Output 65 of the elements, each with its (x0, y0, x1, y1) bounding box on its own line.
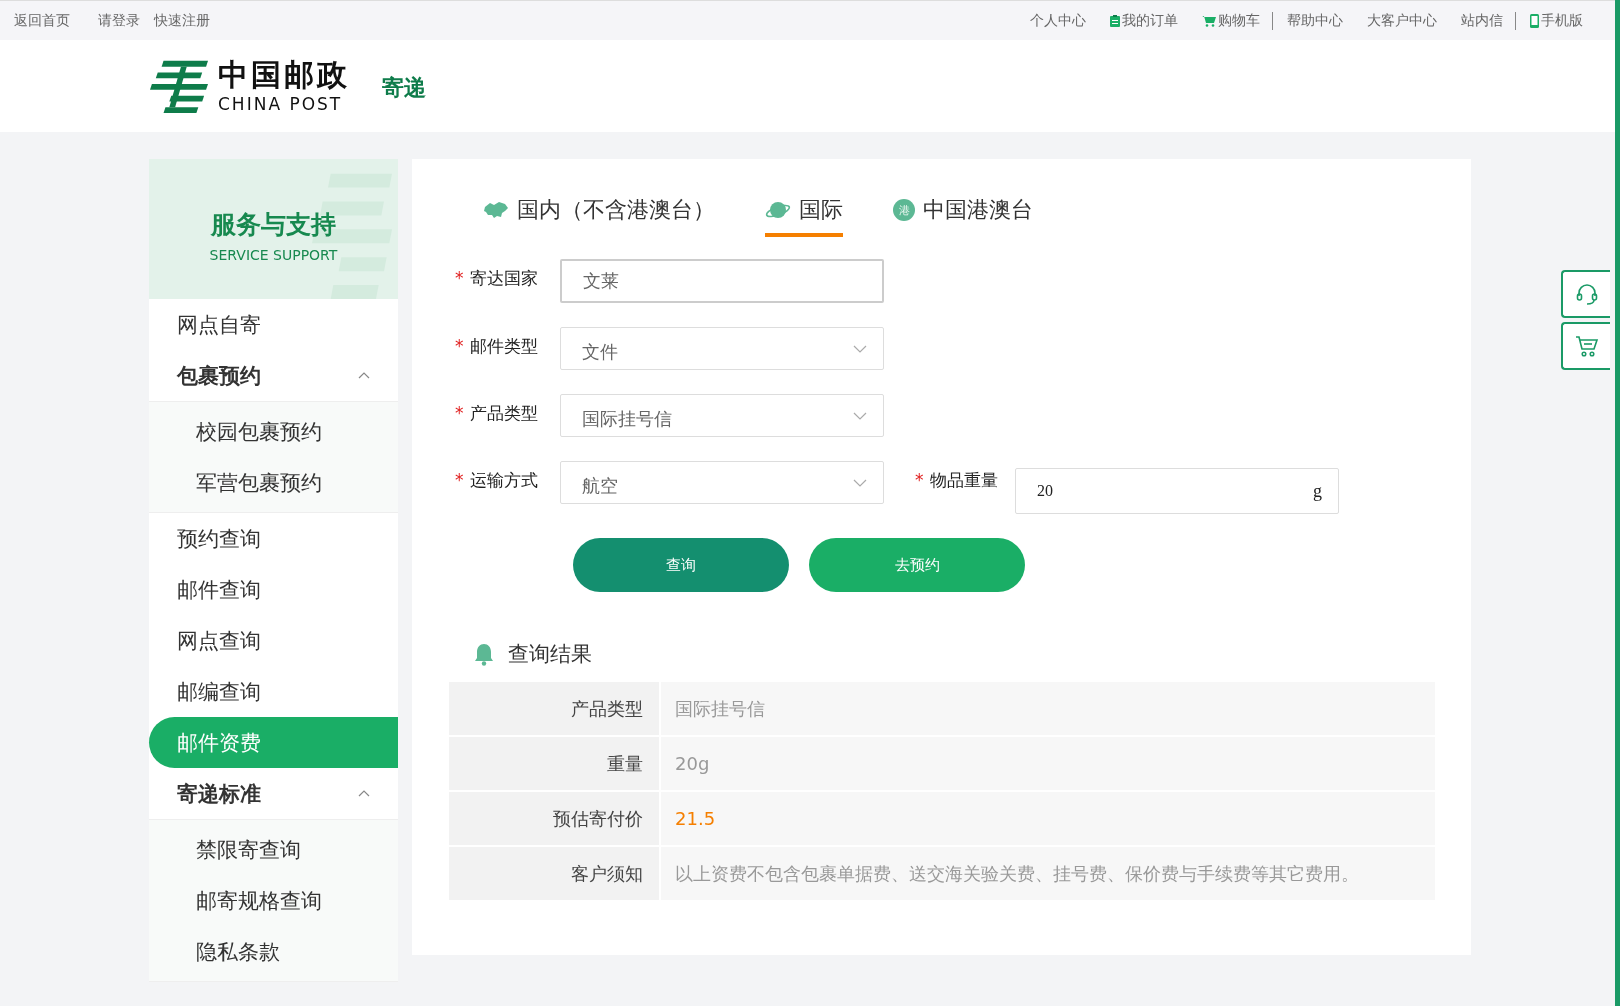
field-label: * 物品重量 (914, 469, 999, 492)
table-cell: 20g (661, 737, 1435, 790)
table-cell: 客户须知 (449, 847, 659, 900)
logo-title: 中国邮政 (218, 59, 350, 90)
input-field[interactable]: 国际挂号信 (560, 394, 884, 437)
sidebar-subitem[interactable]: 隐私条款 (149, 926, 398, 977)
chevron-icon (358, 372, 370, 379)
bell-icon (474, 642, 494, 666)
caret-icon (853, 344, 867, 353)
field-label: * 寄达国家 (454, 267, 539, 290)
table-cell: 产品类型 (449, 682, 659, 735)
top-link[interactable]: 我的订单 (1110, 11, 1178, 30)
sidebar-item[interactable]: 网点查询 (149, 615, 398, 666)
sidebar-subtitle: SERVICE SUPPORT (209, 246, 338, 263)
top-link[interactable]: 手机版 (1515, 11, 1583, 30)
sidebar-item[interactable]: 邮编查询 (149, 666, 398, 717)
badge-icon: 港 (893, 199, 915, 221)
support-button[interactable] (1561, 270, 1610, 318)
input-field[interactable]: 文莱 (560, 259, 884, 303)
cart-button[interactable] (1561, 322, 1610, 370)
headset-icon (1574, 282, 1599, 306)
top-link[interactable]: 站内信 (1461, 11, 1503, 30)
tab[interactable]: 港 中国港澳台 (893, 195, 1033, 237)
caret-icon (853, 411, 867, 420)
phone-icon (1530, 13, 1539, 28)
cart-icon (1574, 334, 1599, 358)
table-cell: 以上资费不包含包裹单据费、送交海关验关费、挂号费、保价费与手续费等其它费用。 (661, 847, 1435, 900)
top-link[interactable]: 快速注册 (154, 11, 210, 30)
table-cell: 国际挂号信 (661, 682, 1435, 735)
input-field[interactable]: 文件 (560, 327, 884, 370)
logo-icon (150, 58, 208, 114)
sidebar-subitem[interactable]: 军营包裹预约 (149, 457, 398, 508)
form-button[interactable]: 查询 (573, 538, 789, 592)
sidebar-title: 服务与支持 (211, 208, 336, 241)
sidebar-subitem[interactable]: 邮寄规格查询 (149, 875, 398, 926)
cart-icon (1202, 14, 1216, 27)
field-label: * 邮件类型 (454, 335, 539, 358)
planet-icon (765, 199, 791, 221)
tab[interactable]: 国际 (765, 195, 843, 237)
caret-icon (853, 478, 867, 487)
top-link[interactable]: 大客户中心 (1367, 11, 1437, 30)
logo-subtitle: CHINA POST (218, 95, 344, 113)
section-title: 寄递 (382, 74, 426, 102)
top-link[interactable]: 购物车 (1202, 11, 1260, 30)
sidebar-item[interactable]: 网点自寄 (149, 299, 398, 350)
top-link[interactable]: 个人中心 (1030, 11, 1086, 30)
clipboard-icon (1110, 14, 1120, 27)
top-link[interactable]: 返回首页 (14, 11, 70, 30)
table-cell: 21.5 (661, 792, 1435, 845)
sidebar-item[interactable]: 预约查询 (149, 513, 398, 564)
input-field[interactable]: 航空 (560, 461, 884, 504)
sidebar-subitem[interactable]: 校园包裹预约 (149, 406, 398, 457)
field-label: * 运输方式 (454, 469, 539, 492)
sidebar-subitem[interactable]: 禁限寄查询 (149, 824, 398, 875)
chevron-icon (358, 790, 370, 797)
map-icon (483, 201, 509, 219)
input-field[interactable]: 20 g (1015, 468, 1339, 514)
sidebar-item[interactable]: 邮件查询 (149, 564, 398, 615)
top-link[interactable]: 帮助中心 (1272, 11, 1343, 30)
field-label: * 产品类型 (454, 402, 539, 425)
results-title: 查询结果 (508, 641, 592, 668)
top-link[interactable]: 请登录 (98, 11, 140, 30)
tab[interactable]: 国内（不含港澳台） (483, 195, 715, 237)
table-cell: 重量 (449, 737, 659, 790)
table-cell: 预估寄付价 (449, 792, 659, 845)
